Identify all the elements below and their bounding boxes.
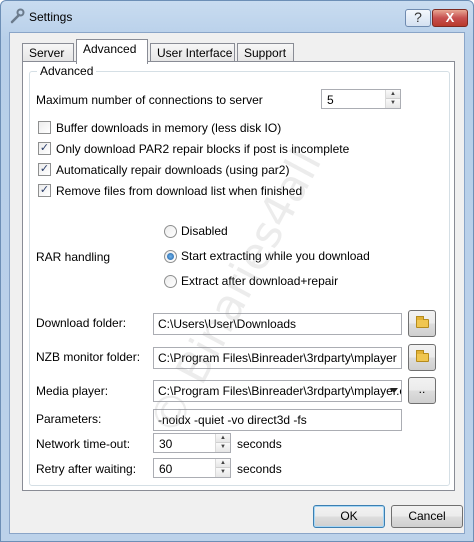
- chevron-down-icon[interactable]: [390, 388, 398, 393]
- download-folder-label: Download folder:: [36, 316, 127, 330]
- rar-extract-after-radio[interactable]: [164, 275, 177, 288]
- folder-icon: [416, 350, 429, 362]
- window-title: Settings: [29, 10, 73, 24]
- auto-repair-checkbox[interactable]: ✓: [38, 163, 51, 176]
- spin-down-icon[interactable]: ▼: [216, 468, 230, 477]
- advanced-tab-panel: Advanced Maximum number of connections t…: [22, 61, 455, 491]
- dialog-body: Server Advanced User Interface Support A…: [9, 32, 465, 534]
- wrench-icon: [10, 8, 25, 24]
- max-connections-spinner[interactable]: 5 ▲ ▼: [321, 89, 401, 109]
- retry-after-label: Retry after waiting:: [36, 462, 137, 476]
- rar-disabled-label: Disabled: [181, 224, 228, 238]
- max-connections-value: 5: [327, 93, 334, 107]
- spinner-arrows: ▲ ▼: [385, 90, 400, 108]
- tab-advanced[interactable]: Advanced: [76, 39, 148, 64]
- settings-window: Settings ? X Server Advanced User Interf…: [0, 0, 474, 542]
- ok-button[interactable]: OK: [313, 505, 385, 528]
- network-timeout-value: 30: [159, 437, 173, 451]
- nzb-monitor-folder-label: NZB monitor folder:: [36, 350, 141, 364]
- buffer-downloads-label: Buffer downloads in memory (less disk IO…: [56, 121, 282, 135]
- spin-down-icon[interactable]: ▼: [216, 443, 230, 452]
- parameters-label: Parameters:: [36, 412, 102, 426]
- retry-after-spinner[interactable]: 60 ▲ ▼: [153, 458, 231, 478]
- par2-blocks-checkbox[interactable]: ✓: [38, 142, 51, 155]
- help-button[interactable]: ?: [405, 9, 431, 27]
- tab-server[interactable]: Server: [22, 43, 74, 63]
- rar-handling-label: RAR handling: [36, 250, 111, 264]
- tab-support[interactable]: Support: [237, 43, 294, 63]
- media-player-browse-button[interactable]: ..: [408, 377, 436, 404]
- media-player-label: Media player:: [36, 384, 109, 398]
- network-timeout-unit: seconds: [237, 437, 282, 451]
- retry-after-value: 60: [159, 462, 173, 476]
- group-label: Advanced: [37, 64, 97, 78]
- buffer-downloads-checkbox[interactable]: [38, 121, 51, 134]
- spin-down-icon[interactable]: ▼: [386, 99, 400, 108]
- max-connections-label: Maximum number of connections to server: [36, 93, 263, 107]
- spinner-arrows: ▲ ▼: [215, 434, 230, 452]
- folder-icon: [416, 316, 429, 328]
- spin-up-icon[interactable]: ▲: [216, 459, 230, 468]
- rar-extract-while-downloading-radio[interactable]: [164, 250, 177, 263]
- auto-repair-label: Automatically repair downloads (using pa…: [56, 163, 290, 177]
- network-timeout-spinner[interactable]: 30 ▲ ▼: [153, 433, 231, 453]
- close-button[interactable]: X: [432, 9, 468, 27]
- remove-finished-checkbox[interactable]: ✓: [38, 184, 51, 197]
- spin-up-icon[interactable]: ▲: [216, 434, 230, 443]
- network-timeout-label: Network time-out:: [36, 437, 131, 451]
- spinner-arrows: ▲ ▼: [215, 459, 230, 477]
- nzb-monitor-folder-browse-button[interactable]: [408, 344, 436, 371]
- tab-user-interface[interactable]: User Interface: [150, 43, 235, 63]
- rar-disabled-radio[interactable]: [164, 225, 177, 238]
- cancel-button[interactable]: Cancel: [391, 505, 463, 528]
- download-folder-browse-button[interactable]: [408, 310, 436, 337]
- retry-after-unit: seconds: [237, 462, 282, 476]
- spin-up-icon[interactable]: ▲: [386, 90, 400, 99]
- title-bar[interactable]: Settings ? X: [1, 1, 473, 33]
